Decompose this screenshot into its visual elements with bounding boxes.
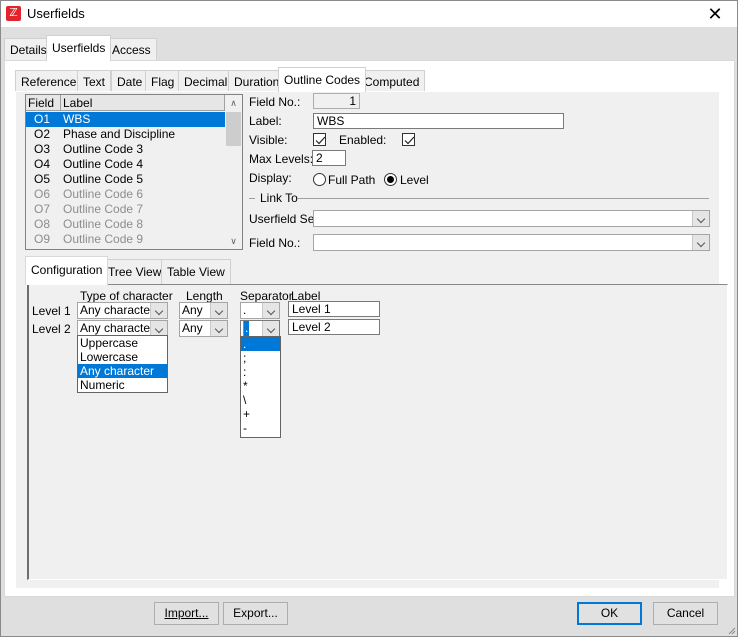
link-to-divider-left (249, 198, 255, 199)
userfields-dialog: ℤ Userfields ✕ Details Userfields Access… (0, 0, 738, 637)
level-1-name: Level 1 (32, 304, 71, 318)
max-levels-input[interactable]: 2 (312, 150, 346, 166)
tab-tree-view[interactable]: Tree View (102, 259, 168, 284)
chevron-down-icon (692, 235, 709, 250)
tab-duration[interactable]: Duration (228, 70, 286, 92)
header-length: Length (186, 289, 223, 303)
field-list[interactable]: Field Label O1 WBS O2 Phase and Discipline… (25, 94, 243, 250)
cancel-button[interactable]: Cancel (653, 602, 718, 625)
chevron-down-icon (692, 211, 709, 226)
tab-flag[interactable]: Flag (145, 70, 181, 92)
dropdown-option[interactable]: Uppercase (78, 336, 167, 350)
tab-date[interactable]: Date (111, 70, 149, 92)
tab-table-view[interactable]: Table View (161, 259, 231, 284)
list-header: Field Label (26, 95, 225, 111)
tab-access[interactable]: Access (106, 38, 157, 60)
tab-configuration[interactable]: Configuration (25, 256, 109, 285)
display-full-path-label[interactable]: Full Path (328, 173, 375, 187)
max-levels-label: Max Levels: (249, 152, 314, 166)
list-item[interactable]: O9 Outline Code 9 (26, 232, 225, 247)
dropdown-option[interactable]: ; (241, 351, 280, 365)
list-item[interactable]: O2 Phase and Discipline (26, 127, 225, 142)
close-icon: ✕ (707, 4, 723, 24)
tab-outline-codes[interactable]: Outline Codes (278, 67, 367, 92)
import-button[interactable]: Import... (154, 602, 219, 625)
header-type-of-character: Type of character (80, 289, 173, 303)
window-title: Userfields (27, 6, 85, 21)
close-button[interactable]: ✕ (693, 1, 737, 27)
chevron-down-icon (150, 303, 167, 318)
visible-label: Visible: (249, 133, 288, 147)
dropdown-option[interactable]: Any character (78, 364, 167, 378)
enabled-checkbox[interactable] (402, 133, 415, 146)
userfield-set-select[interactable] (313, 210, 710, 227)
visible-checkbox[interactable] (313, 133, 326, 146)
chevron-down-icon (262, 321, 279, 336)
check-icon (315, 136, 326, 145)
scroll-down-icon[interactable]: ∨ (225, 233, 242, 249)
label-input[interactable]: WBS (313, 113, 564, 129)
level-2-separator-select[interactable]: . (240, 320, 280, 337)
list-item[interactable]: O4 Outline Code 4 (26, 157, 225, 172)
export-button[interactable]: Export... (223, 602, 288, 625)
list-item[interactable]: O1 WBS (26, 112, 225, 127)
tab-computed[interactable]: Computed (358, 70, 426, 92)
tab-decimal[interactable]: Decimal (178, 70, 234, 92)
type-dropdown-list[interactable]: Uppercase Lowercase Any character Numeri… (77, 335, 168, 393)
display-label: Display: (249, 171, 292, 185)
chevron-down-icon (262, 303, 279, 318)
app-logo-icon: ℤ (6, 6, 21, 21)
list-item[interactable]: O8 Outline Code 8 (26, 217, 225, 232)
display-level-label[interactable]: Level (400, 173, 429, 187)
link-field-no-label: Field No.: (249, 236, 301, 250)
dropdown-option[interactable]: Lowercase (78, 350, 167, 364)
list-scrollbar[interactable]: ∧ ∨ (225, 95, 242, 249)
tab-userfields[interactable]: Userfields (46, 35, 112, 61)
dropdown-option[interactable]: . (241, 337, 280, 351)
dropdown-option[interactable]: \ (241, 393, 280, 407)
enabled-label: Enabled: (339, 133, 387, 147)
separator-dropdown-list[interactable]: . ; : * \ + - (240, 336, 281, 438)
level-1-length-select[interactable]: Any (179, 302, 228, 319)
display-full-path-radio[interactable] (313, 173, 326, 186)
chevron-down-icon (150, 321, 167, 336)
dropdown-option[interactable]: * (241, 379, 280, 393)
column-header-label[interactable]: Label (61, 95, 225, 111)
level-2-length-select[interactable]: Any (179, 320, 228, 337)
scroll-thumb[interactable] (226, 112, 241, 146)
title-bar: ℤ Userfields ✕ (1, 1, 737, 27)
check-icon (404, 136, 415, 145)
dropdown-option[interactable]: Numeric (78, 378, 167, 392)
list-item[interactable]: O3 Outline Code 3 (26, 142, 225, 157)
column-header-field[interactable]: Field (26, 95, 61, 111)
field-no-field: 1 (313, 93, 360, 109)
level-1-label-input[interactable]: Level 1 (288, 301, 380, 317)
list-item[interactable]: O6 Outline Code 6 (26, 187, 225, 202)
scroll-up-icon[interactable]: ∧ (225, 95, 242, 111)
tab-reference[interactable]: Reference (15, 70, 83, 92)
link-to-heading: Link To (260, 191, 298, 205)
link-to-divider (297, 198, 709, 199)
label-label: Label: (249, 114, 282, 128)
dropdown-option[interactable]: - (241, 421, 280, 435)
level-1-separator-select[interactable]: . (240, 302, 280, 319)
dropdown-option[interactable]: : (241, 365, 280, 379)
tab-text[interactable]: Text (77, 70, 112, 92)
userfield-set-label: Userfield Set: (249, 212, 322, 226)
dropdown-option[interactable]: + (241, 407, 280, 421)
level-2-name: Level 2 (32, 322, 71, 336)
level-2-label-input[interactable]: Level 2 (288, 319, 380, 335)
list-item[interactable]: O7 Outline Code 7 (26, 202, 225, 217)
chevron-down-icon (210, 303, 227, 318)
link-field-no-select[interactable] (313, 234, 710, 251)
resize-grip-icon[interactable] (726, 625, 736, 635)
field-no-label: Field No.: (249, 95, 301, 109)
ok-button[interactable]: OK (577, 602, 642, 625)
level-1-type-select[interactable]: Any character (77, 302, 168, 319)
header-separator: Separator (240, 289, 293, 303)
list-item[interactable]: O5 Outline Code 5 (26, 172, 225, 187)
chevron-down-icon (210, 321, 227, 336)
display-level-radio[interactable] (384, 173, 397, 186)
